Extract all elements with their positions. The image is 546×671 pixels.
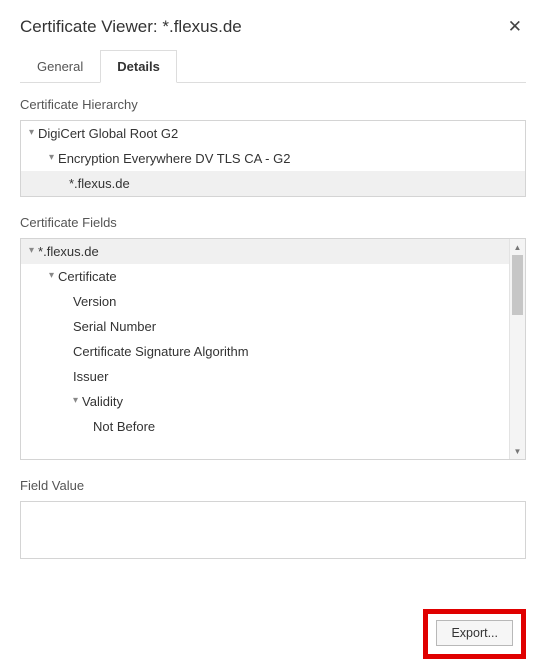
scroll-up-icon[interactable]: ▲ xyxy=(510,239,525,255)
field-row-version[interactable]: Version xyxy=(21,289,509,314)
hierarchy-tree: ▾ DigiCert Global Root G2 ▾ Encryption E… xyxy=(20,120,526,197)
field-row-subject[interactable]: ▾ *.flexus.de xyxy=(21,239,509,264)
hierarchy-root-label: DigiCert Global Root G2 xyxy=(38,126,178,141)
fields-tree: ▾ *.flexus.de ▾ Certificate Version Seri… xyxy=(20,238,526,460)
field-issuer-label: Issuer xyxy=(73,369,108,384)
caret-down-icon: ▾ xyxy=(49,270,54,281)
field-serial-label: Serial Number xyxy=(73,319,156,334)
window-title: Certificate Viewer: *.flexus.de xyxy=(20,17,242,37)
export-highlight: Export... xyxy=(423,609,526,659)
field-row-validity[interactable]: ▾ Validity xyxy=(21,389,509,414)
field-value-box xyxy=(20,501,526,559)
hierarchy-row-intermediate[interactable]: ▾ Encryption Everywhere DV TLS CA - G2 xyxy=(21,146,525,171)
hierarchy-row-root[interactable]: ▾ DigiCert Global Root G2 xyxy=(21,121,525,146)
tab-general[interactable]: General xyxy=(20,50,100,83)
certificate-viewer: Certificate Viewer: *.flexus.de ✕ Genera… xyxy=(0,0,546,671)
header: Certificate Viewer: *.flexus.de ✕ xyxy=(20,0,526,49)
caret-down-icon: ▾ xyxy=(73,395,78,406)
hierarchy-leaf-label: *.flexus.de xyxy=(69,176,130,191)
caret-down-icon: ▾ xyxy=(49,152,54,163)
tab-details[interactable]: Details xyxy=(100,50,177,83)
scroll-down-icon[interactable]: ▼ xyxy=(510,443,525,459)
caret-down-icon: ▾ xyxy=(29,127,34,138)
field-row-issuer[interactable]: Issuer xyxy=(21,364,509,389)
tab-bar: General Details xyxy=(20,49,526,83)
field-certificate-label: Certificate xyxy=(58,269,117,284)
hierarchy-row-leaf[interactable]: *.flexus.de xyxy=(21,171,525,196)
scrollbar-thumb[interactable] xyxy=(512,255,523,315)
caret-down-icon: ▾ xyxy=(29,245,34,256)
footer: Export... xyxy=(423,609,526,659)
field-validity-label: Validity xyxy=(82,394,123,409)
field-sigalg-label: Certificate Signature Algorithm xyxy=(73,344,249,359)
export-button[interactable]: Export... xyxy=(436,620,513,646)
field-notbefore-label: Not Before xyxy=(93,419,155,434)
fields-section-label: Certificate Fields xyxy=(20,215,526,230)
field-row-certificate[interactable]: ▾ Certificate xyxy=(21,264,509,289)
field-subject-label: *.flexus.de xyxy=(38,244,99,259)
field-row-notbefore[interactable]: Not Before xyxy=(21,414,509,439)
field-row-serial[interactable]: Serial Number xyxy=(21,314,509,339)
field-version-label: Version xyxy=(73,294,116,309)
field-row-sigalg[interactable]: Certificate Signature Algorithm xyxy=(21,339,509,364)
hierarchy-intermediate-label: Encryption Everywhere DV TLS CA - G2 xyxy=(58,151,290,166)
hierarchy-section-label: Certificate Hierarchy xyxy=(20,97,526,112)
field-value-section-label: Field Value xyxy=(20,478,526,493)
close-icon[interactable]: ✕ xyxy=(504,14,526,39)
scrollbar[interactable]: ▲ ▼ xyxy=(509,239,525,459)
